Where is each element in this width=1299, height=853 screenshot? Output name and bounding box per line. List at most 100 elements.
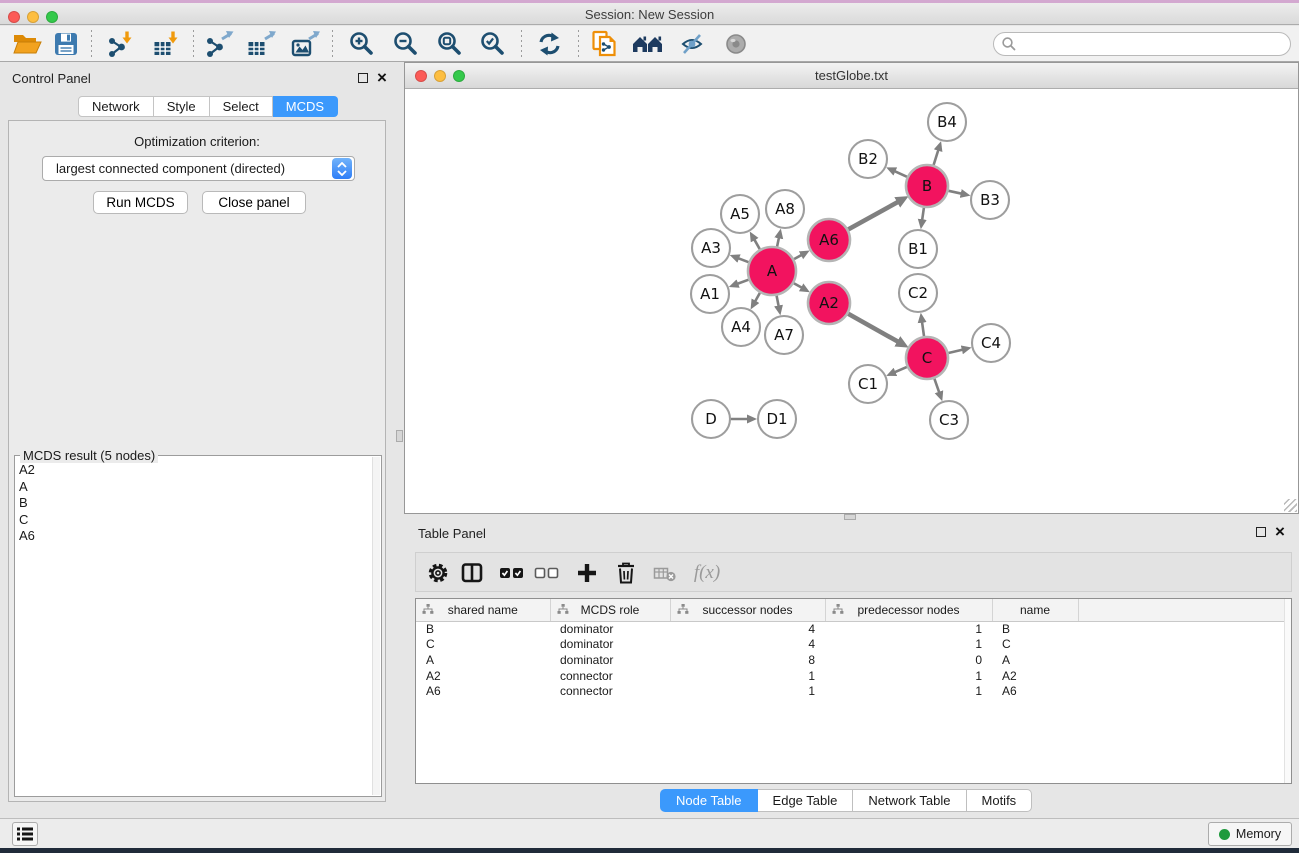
table-scrollbar[interactable]	[1284, 599, 1291, 783]
show-columns-icon[interactable]	[457, 560, 487, 586]
table-row[interactable]: A2connector11A2	[416, 668, 1286, 684]
add-row-icon[interactable]	[572, 560, 602, 586]
table-float-panel-icon[interactable]	[1256, 527, 1266, 537]
graph-edge-B-B4[interactable]	[934, 150, 939, 165]
tab-motifs[interactable]: Motifs	[967, 789, 1033, 812]
graph-edge-A-A1[interactable]	[737, 280, 748, 284]
graph-node-A2[interactable]: A2	[808, 282, 850, 324]
graph-node-A4[interactable]: A4	[722, 308, 760, 346]
save-session-icon[interactable]	[50, 29, 82, 59]
graph-edge-C-C4[interactable]	[948, 350, 962, 353]
graph-edge-C-C1[interactable]	[895, 367, 907, 372]
zoom-out-icon[interactable]	[390, 29, 422, 59]
column-header-successor-nodes[interactable]: successor nodes	[670, 599, 825, 621]
search-field[interactable]	[993, 32, 1291, 56]
mcds-result-list[interactable]: A2ABCA6	[19, 462, 35, 545]
delete-table-icon[interactable]	[650, 560, 680, 586]
graph-node-C1[interactable]: C1	[849, 365, 887, 403]
criterion-dropdown[interactable]: largest connected component (directed)	[42, 156, 355, 181]
table-settings-icon[interactable]	[423, 560, 453, 586]
network-window-titlebar[interactable]: testGlobe.txt	[405, 63, 1298, 89]
result-item[interactable]: A6	[19, 528, 35, 545]
graph-edge-A-A7[interactable]	[777, 296, 779, 307]
function-builder-icon[interactable]: f(x)	[686, 560, 728, 586]
tab-edge-table[interactable]: Edge Table	[758, 789, 854, 812]
delete-row-icon[interactable]	[611, 560, 641, 586]
graph-node-B[interactable]: B	[906, 165, 948, 207]
tab-mcds[interactable]: MCDS	[273, 96, 338, 117]
graph-edge-A-A4[interactable]	[755, 293, 760, 302]
open-session-icon[interactable]	[11, 29, 43, 59]
table-header-row[interactable]: shared nameMCDS rolesuccessor nodesprede…	[416, 599, 1286, 621]
import-table-icon[interactable]	[150, 29, 182, 59]
column-header-shared-name[interactable]: shared name	[416, 599, 550, 621]
tab-network[interactable]: Network	[78, 96, 154, 117]
network-canvas[interactable]: B4B2BB3A5A8A6A3AB1A1A2C2A4A7C4CC1C3DD1	[405, 90, 1298, 513]
table-row[interactable]: A6connector11A6	[416, 683, 1286, 699]
zoom-in-icon[interactable]	[346, 29, 378, 59]
table-row[interactable]: Adominator80A	[416, 652, 1286, 668]
column-header-predecessor-nodes[interactable]: predecessor nodes	[825, 599, 992, 621]
graph-node-D[interactable]: D	[692, 400, 730, 438]
graph-edge-B-B1[interactable]	[922, 208, 924, 221]
splitpane-handle-horizontal[interactable]	[844, 514, 856, 520]
graph-node-C2[interactable]: C2	[899, 274, 937, 312]
table-row[interactable]: Cdominator41C	[416, 637, 1286, 653]
graph-node-A3[interactable]: A3	[692, 229, 730, 267]
graph-edge-A-A6[interactable]	[794, 255, 802, 259]
graph-node-A1[interactable]: A1	[691, 275, 729, 313]
result-scrollbar[interactable]	[372, 457, 380, 795]
export-table-icon[interactable]	[245, 29, 277, 59]
graph-edge-A6-B[interactable]	[848, 202, 898, 230]
home-icon[interactable]	[632, 29, 664, 59]
table-row[interactable]: Bdominator41B	[416, 621, 1286, 637]
result-item[interactable]: A	[19, 479, 35, 496]
graph-edge-C-C3[interactable]	[934, 379, 939, 393]
graph-node-C4[interactable]: C4	[972, 324, 1010, 362]
tab-network-table[interactable]: Network Table	[853, 789, 966, 812]
column-header-mcds-role[interactable]: MCDS role	[550, 599, 670, 621]
graph-edge-B-B2[interactable]	[894, 171, 907, 177]
graph-node-A5[interactable]: A5	[721, 195, 759, 233]
select-all-icon[interactable]	[497, 560, 527, 586]
clone-network-icon[interactable]	[590, 29, 622, 59]
export-image-icon[interactable]	[289, 29, 321, 59]
graph-node-B2[interactable]: B2	[849, 140, 887, 178]
float-panel-icon[interactable]	[358, 73, 368, 83]
hide-details-icon[interactable]	[676, 29, 708, 59]
splitpane-handle-vertical[interactable]	[396, 430, 403, 442]
run-mcds-button[interactable]: Run MCDS	[93, 191, 188, 214]
graph-edge-C-C2[interactable]	[922, 322, 924, 337]
close-panel-icon[interactable]: ×	[377, 73, 387, 83]
graph-node-A8[interactable]: A8	[766, 190, 804, 228]
graph-node-A6[interactable]: A6	[808, 219, 850, 261]
result-item[interactable]: A2	[19, 462, 35, 479]
table-close-panel-icon[interactable]: ×	[1275, 527, 1285, 537]
window-resize-handle[interactable]	[1284, 499, 1297, 512]
tab-select[interactable]: Select	[210, 96, 273, 117]
search-input[interactable]	[1017, 37, 1290, 52]
import-network-icon[interactable]	[104, 29, 136, 59]
graph-edge-A-A2[interactable]	[794, 283, 802, 288]
show-details-icon[interactable]	[720, 29, 752, 59]
graph-node-C[interactable]: C	[906, 337, 948, 379]
graph-edge-A-A5[interactable]	[754, 239, 760, 249]
graph-node-C3[interactable]: C3	[930, 401, 968, 439]
tab-style[interactable]: Style	[154, 96, 210, 117]
graph-node-A[interactable]: A	[748, 247, 796, 295]
result-item[interactable]: C	[19, 512, 35, 529]
zoom-fit-icon[interactable]	[434, 29, 466, 59]
graph-edge-A2-C[interactable]	[848, 314, 898, 342]
close-panel-button[interactable]: Close panel	[202, 191, 306, 214]
export-network-icon[interactable]	[203, 29, 235, 59]
zoom-selected-icon[interactable]	[477, 29, 509, 59]
tab-node-table[interactable]: Node Table	[660, 789, 758, 812]
graph-edge-B-B3[interactable]	[949, 191, 962, 194]
graph-edge-A-A3[interactable]	[738, 258, 749, 262]
graph-node-D1[interactable]: D1	[758, 400, 796, 438]
graph-edge-A-A8[interactable]	[777, 237, 779, 246]
memory-button[interactable]: Memory	[1208, 822, 1292, 846]
deselect-all-icon[interactable]	[532, 560, 562, 586]
result-item[interactable]: B	[19, 495, 35, 512]
graph-node-A7[interactable]: A7	[765, 316, 803, 354]
